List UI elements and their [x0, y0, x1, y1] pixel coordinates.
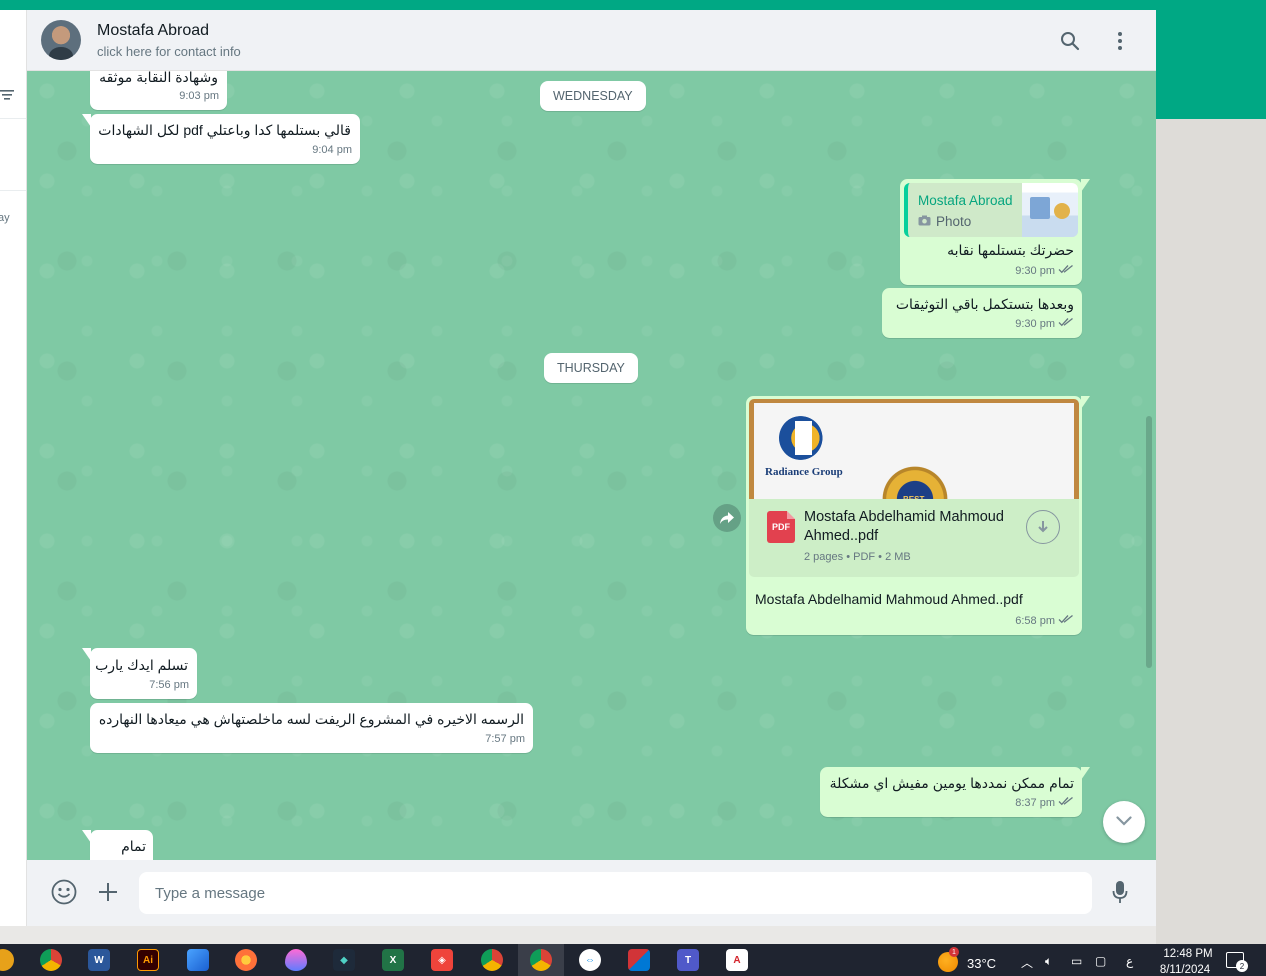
message-incoming[interactable]: تسلم ايدك يارب 7:56 pm: [82, 648, 197, 699]
app-icon[interactable]: [628, 949, 650, 971]
chat-header[interactable]: Mostafa Abroad click here for contact in…: [27, 10, 1156, 71]
message-time: 9:03 pm: [179, 90, 219, 102]
message-time: 9:30 pm: [1015, 318, 1055, 330]
message-incoming[interactable]: وشهادة النقابة موثقه 9:03 pm: [90, 71, 227, 110]
anydesk-icon[interactable]: ◈: [431, 949, 453, 971]
windows-taskbar: W Ai ◆ X ◈ ⇔ T A 1 33°C ︿ 🔈︎ ▭ ▢ ع 12:48…: [0, 944, 1266, 976]
message-outgoing[interactable]: تمام ممكن نمددها يومين مفيش اي مشكلة 8:3…: [820, 767, 1090, 817]
double-check-icon: [1058, 612, 1074, 631]
message-outgoing-document[interactable]: Radiance Group BEST PDF Mostafa Abdelham…: [746, 396, 1090, 635]
document-info: 2 pages • PDF • 2 MB: [804, 551, 911, 563]
emoji-icon[interactable]: [49, 877, 79, 907]
chat-list-sidebar: ay: [0, 10, 27, 926]
message-text: وشهادة النقابة موثقه: [99, 71, 218, 85]
pdf-icon: PDF: [767, 511, 795, 543]
message-composer: [27, 860, 1156, 926]
message-list[interactable]: وشهادة النقابة موثقه 9:03 pm WEDNESDAY ق…: [27, 71, 1156, 860]
language-indicator[interactable]: ع: [1126, 954, 1133, 968]
chat-list-text-fragment: ay: [0, 212, 10, 224]
download-icon[interactable]: [1026, 510, 1060, 544]
message-input[interactable]: [139, 872, 1092, 914]
quoted-type: Photo: [918, 212, 971, 231]
network-icon[interactable]: ▢: [1095, 954, 1106, 968]
day-separator: THURSDAY: [544, 353, 638, 383]
background-gray-panel: [1156, 119, 1266, 944]
message-outgoing[interactable]: وبعدها بتستكمل باقي التوثيقات 9:30 pm: [882, 288, 1082, 338]
message-incoming[interactable]: قالي بستلمها كدا وباعتلي pdf لكل الشهادا…: [82, 114, 360, 164]
window-top-strip: [0, 0, 1266, 10]
double-check-icon: [1058, 262, 1074, 281]
paint-icon[interactable]: [187, 949, 209, 971]
double-check-icon: [1058, 315, 1074, 334]
document-name: Mostafa Abdelhamid Mahmoud Ahmed..pdf: [804, 509, 1004, 544]
message-outgoing[interactable]: Mostafa Abroad Photo حضرتك بتستلمها نقاب…: [900, 179, 1090, 285]
forward-icon[interactable]: [713, 504, 741, 532]
notification-count: 2: [1236, 960, 1248, 972]
acrobat-icon[interactable]: A: [726, 949, 748, 971]
document-preview[interactable]: Radiance Group BEST: [749, 399, 1079, 499]
clock-time[interactable]: 12:48 PM: [1158, 948, 1218, 960]
message-time: 9:30 pm: [1015, 265, 1055, 277]
message-incoming[interactable]: الرسمه الاخيره في المشروع الريفت لسه ماخ…: [90, 703, 533, 753]
partial-app-icon[interactable]: [0, 949, 14, 971]
message-time: 7:57 pm: [485, 733, 525, 745]
company-logo-text: Radiance Group: [765, 466, 843, 478]
teams-icon[interactable]: T: [677, 949, 699, 971]
teamviewer-icon[interactable]: ⇔: [579, 949, 601, 971]
divider: [0, 118, 26, 119]
chevron-down-icon: [1116, 813, 1132, 831]
quoted-author: Mostafa Abroad: [918, 193, 1013, 208]
avatar[interactable]: [41, 20, 81, 60]
message-time: 8:37 pm: [1015, 797, 1055, 809]
chrome-icon[interactable]: [530, 949, 552, 971]
scrollbar[interactable]: [1146, 416, 1152, 668]
filmora-icon[interactable]: ◆: [333, 949, 355, 971]
message-text: تمام: [121, 838, 146, 854]
excel-icon[interactable]: X: [382, 949, 404, 971]
message-text: الرسمه الاخيره في المشروع الريفت لسه ماخ…: [98, 711, 524, 727]
quoted-message[interactable]: Mostafa Abroad Photo: [904, 183, 1078, 237]
chat-window: Mostafa Abroad click here for contact in…: [27, 10, 1156, 926]
contact-name[interactable]: Mostafa Abroad: [97, 22, 209, 40]
chrome-icon[interactable]: [481, 949, 503, 971]
message-text: تمام ممكن نمددها يومين مفيش اي مشكلة: [829, 775, 1074, 791]
document-card[interactable]: PDF Mostafa Abdelhamid Mahmoud Ahmed..pd…: [749, 499, 1079, 577]
message-time: 9:04 pm: [312, 144, 352, 156]
firefox-icon[interactable]: [235, 949, 257, 971]
attach-plus-icon[interactable]: [93, 877, 123, 907]
quoted-photo-thumbnail: [1022, 183, 1078, 237]
message-time: 6:58 pm: [1015, 615, 1055, 627]
company-logo: [779, 415, 827, 461]
chrome-icon[interactable]: [40, 949, 62, 971]
message-text: وبعدها بتستكمل باقي التوثيقات: [895, 296, 1074, 312]
clock-date[interactable]: 8/11/2024: [1150, 964, 1220, 976]
search-icon[interactable]: [1057, 28, 1083, 54]
battery-icon[interactable]: ▭: [1071, 954, 1082, 968]
message-text: حضرتك بتستلمها نقابه: [947, 242, 1074, 258]
divider: [0, 190, 26, 191]
document-caption: Mostafa Abdelhamid Mahmoud Ahmed..pdf: [755, 591, 1023, 607]
double-check-icon: [1058, 794, 1074, 813]
message-text: تسلم ايدك يارب: [95, 657, 188, 673]
illustrator-icon[interactable]: Ai: [137, 949, 159, 971]
quoted-type-label: Photo: [936, 214, 972, 229]
word-icon[interactable]: W: [88, 949, 110, 971]
volume-icon[interactable]: 🔈︎: [1045, 954, 1052, 969]
droplet-app-icon[interactable]: [285, 949, 307, 971]
microphone-icon[interactable]: [1105, 877, 1135, 907]
scroll-to-bottom-button[interactable]: [1103, 801, 1145, 843]
contact-info-hint[interactable]: click here for contact info: [97, 44, 241, 59]
message-text: قالي بستلمها كدا وباعتلي pdf لكل الشهادا…: [98, 122, 351, 138]
temperature[interactable]: 33°C: [967, 956, 996, 971]
weather-alert-badge: 1: [949, 947, 959, 957]
chevron-up-icon[interactable]: ︿: [1021, 954, 1033, 971]
badge-label: BEST: [903, 490, 924, 499]
message-incoming[interactable]: تمام: [82, 830, 153, 860]
filter-icon[interactable]: [0, 88, 14, 104]
menu-icon[interactable]: [1107, 28, 1133, 54]
camera-icon: [918, 212, 931, 231]
day-separator: WEDNESDAY: [540, 81, 646, 111]
background-green-panel: [1156, 10, 1266, 119]
message-time: 7:56 pm: [149, 679, 189, 691]
